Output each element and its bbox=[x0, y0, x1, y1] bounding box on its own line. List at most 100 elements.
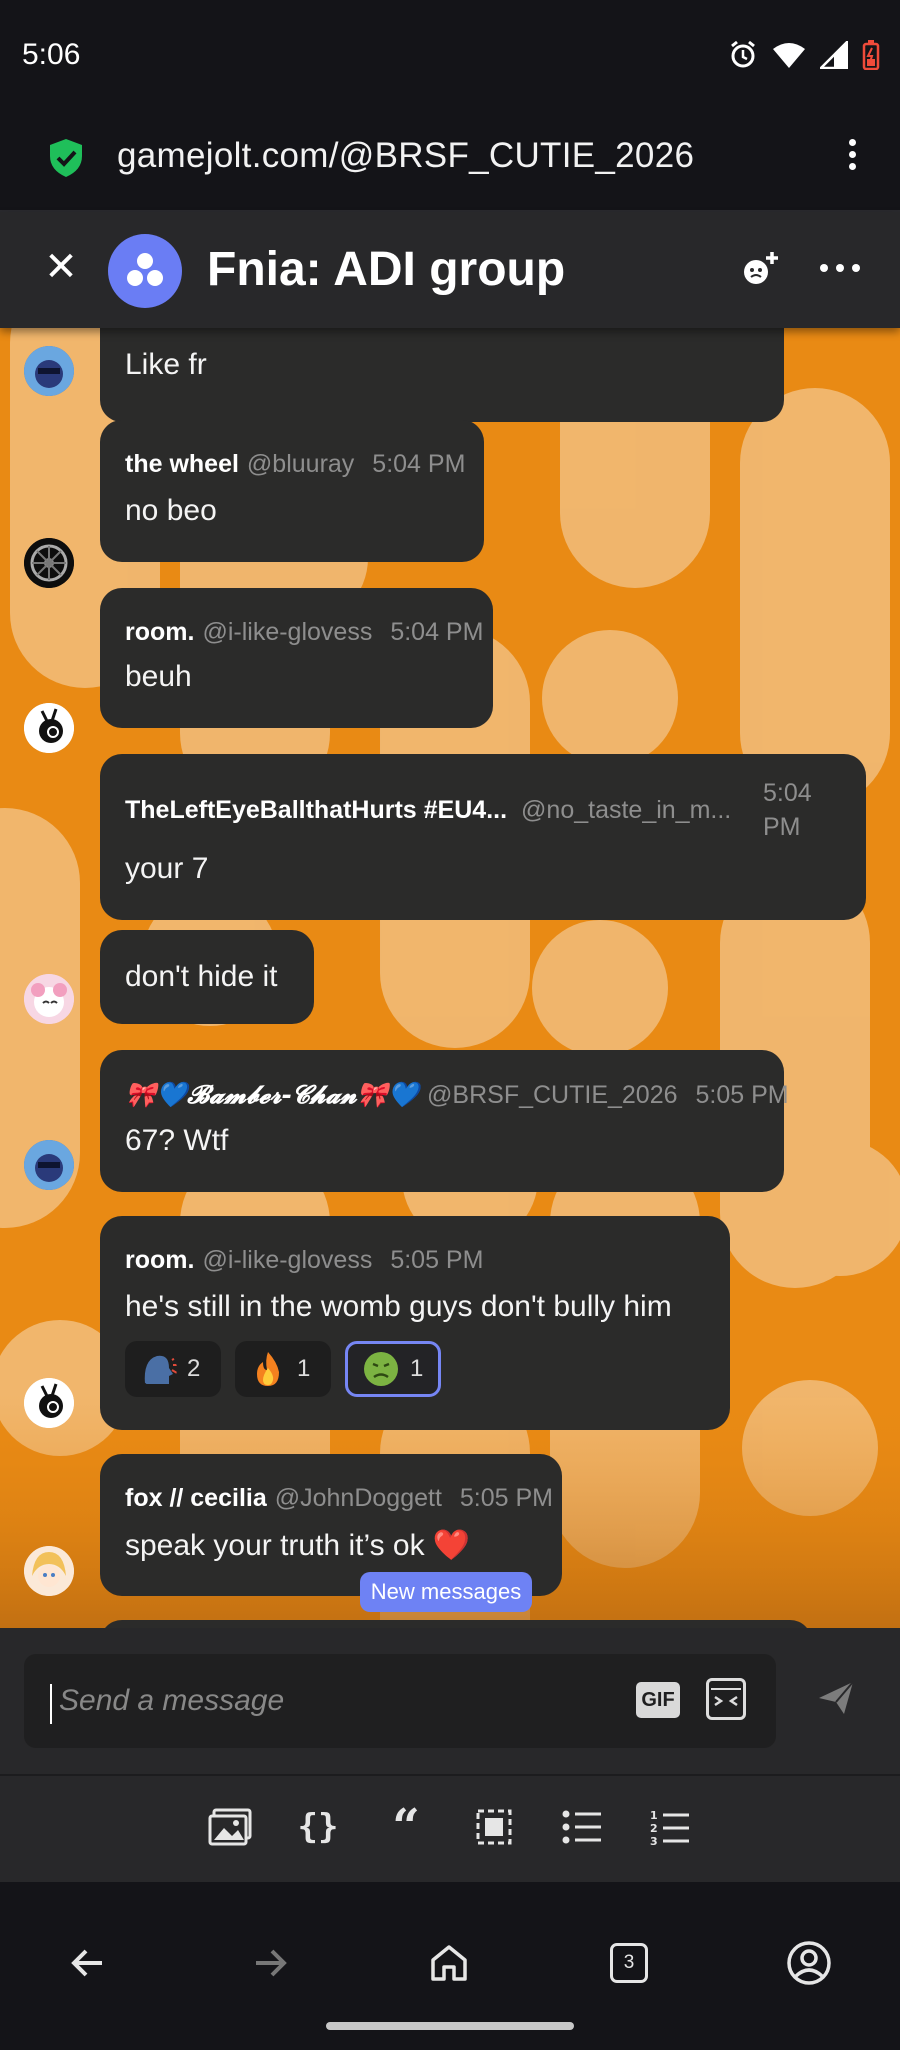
sender-name[interactable]: room. bbox=[125, 1246, 194, 1274]
tab-count: 3 bbox=[610, 1943, 648, 1983]
group-icon bbox=[127, 253, 163, 286]
message-bubble[interactable]: don't hide it bbox=[100, 930, 314, 1024]
battery-icon bbox=[862, 40, 880, 70]
send-icon[interactable] bbox=[816, 1678, 856, 1718]
sender-name[interactable]: 🎀💙𝓑𝓪𝓶𝓫𝓮𝓻-𝓒𝓱𝓪𝓷🎀💙 bbox=[125, 1080, 419, 1109]
message-header: TheLeftEyeBallthatHurts #EU4... @no_taste… bbox=[125, 796, 731, 825]
message-header: 🎀💙𝓑𝓪𝓶𝓫𝓮𝓻-𝓒𝓱𝓪𝓷🎀💙 @BRSF_CUTIE_2026 5:05 PM bbox=[125, 1080, 789, 1110]
message-header: fox // cecilia @JohnDoggett 5:05 PM bbox=[125, 1484, 553, 1513]
numbered-list-icon[interactable]: 123 bbox=[647, 1804, 693, 1850]
reaction-speaking-head[interactable]: 2 bbox=[125, 1341, 221, 1397]
blockquote-icon[interactable]: “ bbox=[383, 1799, 429, 1855]
message-text: he's still in the womb guys don't bully … bbox=[125, 1290, 672, 1323]
sender-name[interactable]: fox // cecilia bbox=[125, 1484, 267, 1512]
url-text[interactable]: gamejolt.com/@BRSF_CUTIE_2026 bbox=[117, 136, 694, 176]
sticker-icon[interactable] bbox=[706, 1678, 746, 1720]
gif-button[interactable]: GIF bbox=[636, 1682, 680, 1718]
avatar[interactable] bbox=[24, 703, 74, 753]
message-bubble[interactable]: Like fr bbox=[100, 328, 784, 422]
sender-username[interactable]: @no_taste_in_m... bbox=[521, 796, 731, 824]
message-text: your 7 bbox=[125, 852, 209, 885]
chat-header: ✕ Fnia: ADI group bbox=[0, 212, 900, 328]
message-header: room. @i-like-glovess 5:04 PM bbox=[125, 618, 483, 647]
more-options-icon[interactable] bbox=[820, 258, 860, 278]
message-time: 5:04 PM bbox=[372, 450, 466, 478]
message-time: 5:04 PM bbox=[763, 779, 812, 841]
message-bubble[interactable]: the wheel @bluuray 5:04 PM no beo bbox=[100, 420, 484, 562]
svg-text:3: 3 bbox=[650, 1835, 658, 1847]
spoiler-icon[interactable] bbox=[471, 1804, 517, 1850]
new-messages-button[interactable]: New messages bbox=[360, 1572, 532, 1612]
message-composer: Send a message GIF bbox=[0, 1628, 900, 1776]
fire-icon bbox=[257, 1352, 279, 1386]
sender-username[interactable]: @i-like-glovess bbox=[202, 1246, 372, 1274]
add-member-icon[interactable] bbox=[738, 248, 782, 292]
message-time: 5:05 PM bbox=[695, 1081, 789, 1109]
sender-username[interactable]: @BRSF_CUTIE_2026 bbox=[427, 1081, 677, 1109]
insert-image-icon[interactable] bbox=[207, 1804, 253, 1850]
code-block-icon[interactable]: {} bbox=[295, 1804, 341, 1850]
wifi-icon bbox=[773, 43, 805, 68]
message-text: beuh bbox=[125, 660, 192, 693]
reaction-count: 1 bbox=[410, 1355, 424, 1382]
sender-username[interactable]: @i-like-glovess bbox=[202, 618, 372, 646]
avatar[interactable] bbox=[24, 346, 74, 396]
home-icon[interactable] bbox=[424, 1938, 474, 1988]
status-time: 5:06 bbox=[22, 38, 81, 71]
back-arrow-icon[interactable] bbox=[64, 1938, 114, 1988]
message-time: 5:05 PM bbox=[390, 1246, 484, 1274]
message-bubble[interactable]: room. @i-like-glovess 5:05 PM he's still i… bbox=[100, 1216, 730, 1430]
reaction-fire[interactable]: 1 bbox=[235, 1341, 331, 1397]
browser-url-bar[interactable]: gamejolt.com/@BRSF_CUTIE_2026 bbox=[0, 108, 900, 212]
message-placeholder: Send a message bbox=[59, 1684, 285, 1717]
sender-name[interactable]: the wheel bbox=[125, 450, 239, 478]
secure-shield-icon bbox=[50, 139, 82, 177]
message-time: 5:05 PM bbox=[459, 1484, 554, 1512]
svg-text:1: 1 bbox=[650, 1809, 658, 1822]
message-header: room. @i-like-glovess 5:05 PM bbox=[125, 1246, 483, 1275]
message-bubble[interactable]: room. @i-like-glovess 5:04 PM beuh bbox=[100, 588, 493, 728]
speaking-head-icon bbox=[144, 1355, 177, 1384]
sender-name[interactable]: TheLeftEyeBallthatHurts #EU4... bbox=[125, 796, 507, 824]
status-bar: 5:06 bbox=[0, 0, 900, 108]
status-icons bbox=[728, 40, 880, 70]
reactions-row: 2 1 1 bbox=[125, 1341, 685, 1401]
close-icon[interactable]: ✕ bbox=[40, 246, 82, 288]
signal-icon bbox=[820, 41, 848, 69]
tabs-button[interactable]: 3 bbox=[604, 1938, 654, 1988]
message-bubble[interactable] bbox=[100, 1620, 812, 1628]
sender-username[interactable]: @JohnDoggett bbox=[275, 1484, 442, 1512]
sender-username[interactable]: @bluuray bbox=[247, 450, 354, 478]
forward-arrow-icon[interactable] bbox=[244, 1938, 294, 1988]
message-header: the wheel @bluuray 5:04 PM bbox=[125, 450, 465, 479]
message-bubble[interactable]: 🎀💙𝓑𝓪𝓶𝓫𝓮𝓻-𝓒𝓱𝓪𝓷🎀💙 @BRSF_CUTIE_2026 5:05 PM 6… bbox=[100, 1050, 789, 1192]
avatar[interactable] bbox=[24, 538, 74, 588]
message-text: no beo bbox=[125, 494, 217, 527]
reaction-count: 1 bbox=[297, 1355, 311, 1382]
avatar[interactable] bbox=[24, 1378, 74, 1428]
chat-title: Fnia: ADI group bbox=[207, 243, 566, 296]
avatar[interactable] bbox=[24, 1546, 74, 1596]
nauseated-face-icon bbox=[364, 1352, 398, 1386]
browser-menu-icon[interactable] bbox=[844, 134, 860, 182]
bulleted-list-icon[interactable] bbox=[559, 1804, 605, 1850]
account-icon[interactable] bbox=[784, 1938, 834, 1988]
text-caret bbox=[50, 1684, 52, 1724]
svg-text:2: 2 bbox=[650, 1822, 658, 1835]
alarm-icon bbox=[731, 40, 755, 68]
message-bubble[interactable]: TheLeftEyeBallthatHurts #EU4... @no_taste… bbox=[100, 754, 866, 920]
message-text: 67? Wtf bbox=[125, 1124, 229, 1157]
avatar[interactable] bbox=[24, 974, 74, 1024]
avatar[interactable] bbox=[24, 1140, 74, 1190]
message-text: don't hide it bbox=[125, 960, 278, 993]
reaction-nauseated[interactable]: 1 bbox=[345, 1341, 441, 1397]
gesture-home-bar[interactable] bbox=[326, 2022, 574, 2030]
sender-name[interactable]: room. bbox=[125, 618, 194, 646]
group-avatar[interactable] bbox=[108, 234, 182, 308]
message-text: Like fr bbox=[125, 348, 207, 381]
message-input[interactable]: Send a message GIF bbox=[24, 1654, 776, 1748]
chat-messages-area[interactable]: Like fr the wheel @bluuray 5:04 PM no beo … bbox=[0, 328, 900, 1628]
reaction-count: 2 bbox=[187, 1355, 201, 1382]
message-time: 5:04 PM bbox=[390, 618, 484, 646]
message-text: speak your truth it’s ok ❤️ bbox=[125, 1529, 471, 1562]
